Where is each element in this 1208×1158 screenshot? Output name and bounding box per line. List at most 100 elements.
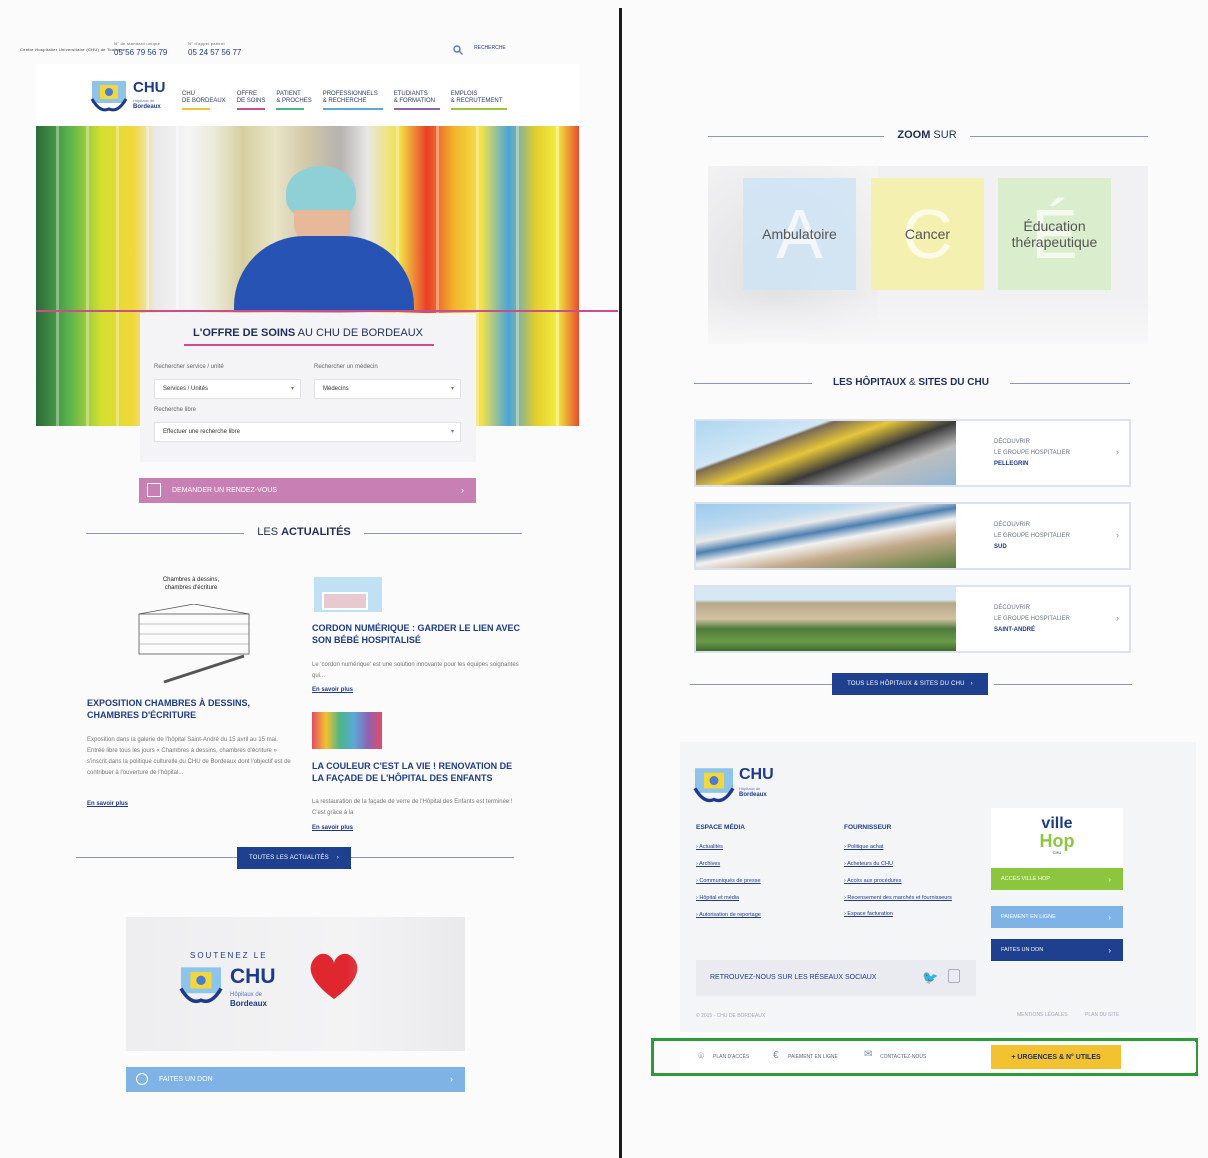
media-link[interactable]: › Hôpital et média [696,890,826,907]
news-image-cordon [314,577,382,612]
news-title-2[interactable]: CORDON NUMÉRIQUE : GARDER LE LIEN AVEC S… [312,622,522,646]
supplier-link[interactable]: › Espace facturation [844,906,964,923]
patient-label: N° d'appel patient [188,41,225,46]
zoom-tile-ambulatoire[interactable]: A Ambulatoire [743,178,856,290]
hospital-label: Centre Hospitalier Universitaire (CHU) d… [20,47,126,52]
nav-offre-soins[interactable]: OFFRE DE SOINS [236,91,265,110]
chevron-right-icon: › [970,681,973,687]
supplier-column: FOURNISSEUR › Politique achat › Acheteur… [844,824,964,923]
nav-etudiants[interactable]: ETUDIANTS & FORMATION [393,91,440,110]
doctor-label: Rechercher un médecin [314,364,378,370]
urgent-button[interactable]: + URGENCES & N° UTILES [991,1045,1121,1069]
chevron-right-icon: › [1108,912,1111,922]
free-search-input[interactable]: Effectuer une recherche libre [154,422,461,442]
footer-logo[interactable]: CHU Hôpitaux de Bordeaux [692,766,782,806]
supplier-link[interactable]: › Politique achat [844,839,964,856]
donate-logo-icon [179,967,223,1004]
twitter-icon[interactable]: 🐦 [922,970,938,986]
media-title: ESPACE MÉDIA [696,824,745,831]
hospital-card-saint-andre[interactable]: DÉCOUVRIR LE GROUPE HOSPITALIER SAINT-ANDR… [694,585,1131,653]
nav-chu-bordeaux[interactable]: CHU DE BORDEAUX [182,91,226,110]
villehop-logo[interactable]: ville Hop CHU [991,808,1123,868]
logo-sub1: Hôpitaux de [133,98,155,103]
copyright: © 2015 - CHU DE BORDEAUX [696,1013,766,1019]
zoom-tile-cancer[interactable]: C Cancer [871,178,984,290]
news-title-1[interactable]: EXPOSITION CHAMBRES À DESSINS, CHAMBRES … [87,697,277,721]
donate-banner[interactable]: SOUTENEZ LE CHU Hôpitaux de Bordeaux [126,917,465,1051]
supplier-link[interactable]: › Recensement des marchés et fournisseur… [844,894,964,902]
search-icon[interactable] [453,42,463,55]
media-link[interactable]: › Archives [696,856,826,873]
supplier-title: FOURNISSEUR [844,824,892,831]
logo-hands-icon [90,81,128,112]
bottom-bar: ⌾ PLAN D'ACCÈS € PAIEMENT EN LIGNE ✉ CON… [680,1042,1196,1072]
media-link[interactable]: › Autorisation de reportage [696,907,826,924]
news-link-1[interactable]: En savoir plus [87,801,128,807]
social-bar: RETROUVEZ-NOUS SUR LES RÉSEAUX SOCIAUX 🐦 [696,960,976,996]
doctor-select[interactable]: Médecins [314,379,461,399]
donate-button[interactable]: FAITES UN DON › [126,1067,465,1092]
donate-footer-button[interactable]: FAITES UN DON › [991,939,1123,961]
all-hospitals-button[interactable]: TOUS LES HÔPITAUX & SITES DU CHU › [832,673,988,695]
search-link[interactable]: RECHERCHE [474,45,506,51]
nav-emplois[interactable]: EMPLOIS & RECRUTEMENT [450,91,507,110]
nav-professionnels[interactable]: PROFESSIONNELS & RECHERCHE [322,91,383,110]
appointment-button[interactable]: DEMANDER UN RENDEZ-VOUS › [139,478,476,503]
social-label: RETROUVEZ-NOUS SUR LES RÉSEAUX SOCIAUX [710,974,877,981]
std-label: N° de standard unique [114,41,161,46]
payment-link[interactable]: PAIEMENT EN LIGNE [788,1054,838,1060]
hospital-card-sud[interactable]: DÉCOUVRIR LE GROUPE HOSPITALIER SUD › [694,502,1131,570]
villehop-button[interactable]: ACCÈS VILLE HOP › [991,868,1123,890]
news-text-3: La restauration de la façade de verre de… [312,799,513,816]
chevron-right-icon: › [450,1074,453,1084]
patient-phone[interactable]: 05 24 57 56 77 [188,48,241,57]
news-text-2: Le 'cordon numérique' est une solution i… [312,662,519,679]
hand-coin-icon [136,1073,148,1085]
news-image-caption: Chambres à dessins, chambres d'écriture [162,577,220,591]
site-header: CHU Hôpitaux de Bordeaux CHU DE BORDEAUX … [36,64,579,126]
media-link[interactable]: › Communiqués de presse [696,873,826,890]
std-phone[interactable]: 05 56 79 56 79 [114,48,167,57]
hospital-card-pellegrin[interactable]: DÉCOUVRIR LE GROUPE HOSPITALIER PELLEGRIN … [694,419,1131,487]
access-link[interactable]: PLAN D'ACCÈS [713,1054,749,1060]
nav-patient-proches[interactable]: PATIENT & PROCHES [276,91,312,110]
logo-title: CHU [133,79,166,96]
youtube-icon[interactable] [948,969,960,983]
supplier-link[interactable]: › Acheteurs du CHU [844,856,964,873]
donate-sub2: Bordeaux [230,999,267,1008]
news-link-3[interactable]: En savoir plus [312,825,353,831]
offer-title: L'OFFRE DE SOINS AU CHU DE BORDEAUX [193,327,423,339]
chevron-right-icon: › [1108,874,1111,884]
chevron-right-icon: › [1108,945,1111,955]
supplier-link[interactable]: › Accès aux procédures [844,873,964,890]
donate-chu: CHU [230,965,276,988]
page-canvas: Centre Hospitalier Universitaire (CHU) d… [0,0,1208,1158]
service-label: Rechercher service / unité [154,364,224,370]
hero-pink-line [36,310,618,312]
news-section-title: LES ACTUALITÉS [257,526,351,538]
all-news-button[interactable]: TOUTES LES ACTUALITÉS › [237,847,351,869]
zoom-tile-education[interactable]: É Éducation thérapeutique [998,178,1111,290]
logo-sub2: Bordeaux [133,104,161,110]
legal-link[interactable]: MENTIONS LÉGALES [1017,1012,1068,1018]
service-select[interactable]: Services / Unités [154,379,301,399]
hospitals-section-title: LES HÔPITAUX & SITES DU CHU [833,377,989,388]
nurse-figure [234,166,414,310]
news-title-3[interactable]: LA COULEUR C'EST LA VIE ! RENOVATION DE … [312,760,524,784]
payment-button[interactable]: PAIEMENT EN LIGNE › [991,906,1123,928]
saint-andre-image [696,587,956,651]
offer-search-card: L'OFFRE DE SOINS AU CHU DE BORDEAUX Rech… [140,313,476,462]
top-bar: Centre Hospitalier Universitaire (CHU) d… [20,40,600,62]
media-link[interactable]: › Actualités [696,839,826,856]
calendar-icon [147,483,161,497]
sitemap-link[interactable]: PLAN DU SITE [1085,1012,1119,1018]
contact-link[interactable]: CONTACTEZ-NOUS [880,1054,926,1060]
news-link-2[interactable]: En savoir plus [312,687,353,693]
media-column: ESPACE MÉDIA › Actualités › Archives › C… [696,824,826,924]
chevron-right-icon: › [461,485,464,495]
pellegrin-image [696,421,956,485]
main-nav: CHU DE BORDEAUX OFFRE DE SOINS PATIENT & PR… [182,91,507,110]
logo-hands-icon [693,768,735,803]
chu-logo[interactable]: CHU Hôpitaux de Bordeaux [90,79,170,115]
footer: CHU Hôpitaux de Bordeaux ESPACE MÉDIA › … [680,742,1196,1032]
